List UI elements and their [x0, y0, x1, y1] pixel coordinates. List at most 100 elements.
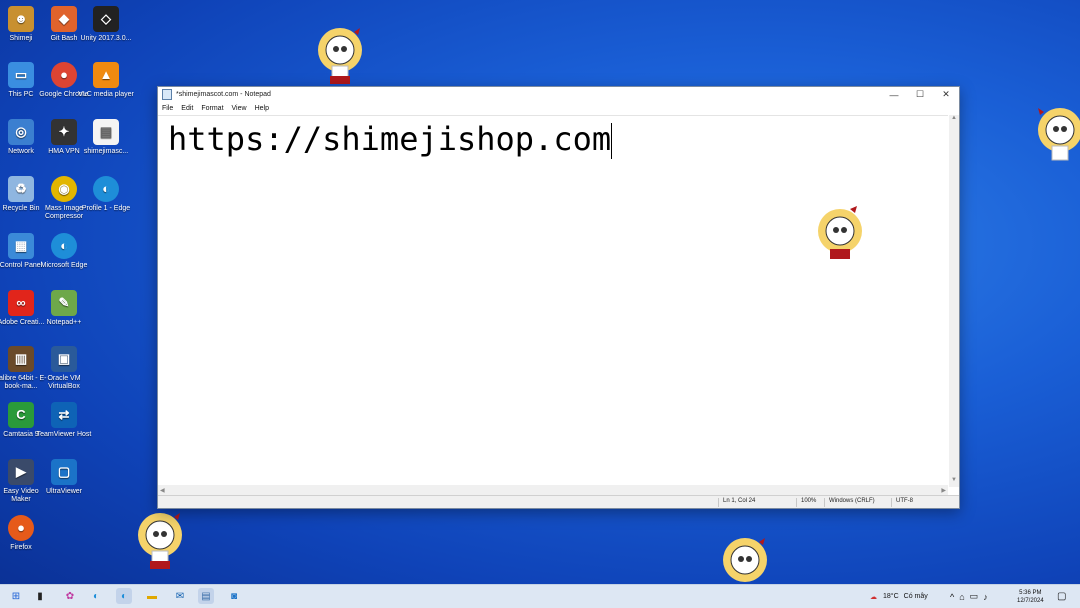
clock-date: 12/7/2024: [1017, 597, 1044, 604]
window-title: *shimejimascot.com - Notepad: [176, 91, 271, 98]
taskbar: ⊞ ▮ ✿ ◐ ◐ ▬ ✉ ▤ ◙ ☁ 18°C Có mây ^ ⌂ ▭ ♪ …: [0, 584, 1080, 608]
maximize-button[interactable]: ☐: [907, 87, 933, 102]
vlc-icon: ▲: [93, 62, 119, 88]
desktop-icon-ultraviewer[interactable]: ▢ UltraViewer: [36, 459, 92, 496]
task-view-icon: ▮: [37, 590, 43, 602]
adobe-icon: ∞: [8, 290, 34, 316]
hma-vpn-icon: ✦: [51, 119, 77, 145]
clock[interactable]: 5:36 PM 12/7/2024: [1017, 585, 1044, 608]
close-icon: ✕: [942, 89, 950, 99]
compressor-icon: ◉: [51, 176, 77, 202]
horizontal-scrollbar[interactable]: ◀ ▶: [158, 485, 948, 495]
menu-bar: File Edit Format View Help: [158, 102, 959, 114]
weather-widget[interactable]: ☁ 18°C Có mây: [870, 585, 928, 608]
firefox-icon: ●: [8, 515, 34, 541]
notepad-icon: ▤: [201, 590, 211, 602]
status-bar: Ln 1, Col 24 100% Windows (CRLF) UTF-8: [158, 495, 959, 508]
shimeji-mascot[interactable]: [130, 505, 190, 575]
maximize-icon: ☐: [915, 89, 925, 99]
shimeji-mascot[interactable]: [1030, 100, 1080, 170]
status-zoom: 100%: [796, 498, 816, 507]
camtasia-icon: C: [8, 402, 34, 428]
shimeji-mascot[interactable]: [310, 20, 370, 90]
edge-icon: ◐: [120, 590, 128, 602]
notepad-plus-icon: ✎: [51, 290, 77, 316]
computer-icon: ▭: [8, 62, 34, 88]
menu-edit[interactable]: Edit: [181, 105, 193, 112]
edge-icon: ◐: [51, 233, 77, 259]
text-file-icon: ▤: [93, 119, 119, 145]
virtualbox-icon: ▣: [51, 346, 77, 372]
vertical-scrollbar[interactable]: ▲ ▼: [949, 115, 959, 487]
menu-view[interactable]: View: [232, 105, 247, 112]
scroll-right-icon[interactable]: ▶: [941, 487, 946, 494]
taskbar-edge[interactable]: ◐: [88, 588, 104, 604]
system-tray: ^ ⌂ ▭ ♪: [950, 585, 993, 608]
windows-icon: ⊞: [11, 590, 21, 602]
chrome-icon: ●: [51, 62, 77, 88]
menu-file[interactable]: File: [162, 105, 173, 112]
unity-icon: ◇: [93, 6, 119, 32]
title-bar[interactable]: *shimejimascot.com - Notepad — ☐ ✕: [158, 87, 959, 102]
battery-icon[interactable]: ▭: [970, 591, 979, 602]
desktop-icon-notepad-plus[interactable]: ✎ Notepad++: [36, 290, 92, 327]
text-editor[interactable]: https://shimejishop.com: [158, 115, 948, 486]
weather-temperature: 18°C: [883, 593, 899, 600]
weather-description: Có mây: [903, 593, 928, 600]
status-encoding: UTF-8: [891, 498, 913, 507]
menu-help[interactable]: Help: [255, 105, 269, 112]
desktop-icon-teamviewer[interactable]: ⇄ TeamViewer Host: [36, 402, 92, 439]
desktop-icon-unity[interactable]: ◇ Unity 2017.3.0...: [78, 6, 134, 43]
notification-button[interactable]: ▢: [1057, 585, 1066, 608]
editor-content: https://shimejishop.com: [168, 120, 612, 158]
close-button[interactable]: ✕: [933, 87, 959, 102]
teamviewer-icon: ⇄: [51, 402, 77, 428]
minimize-icon: —: [889, 89, 899, 100]
scroll-left-icon[interactable]: ◀: [160, 487, 165, 494]
edge-icon: ◐: [93, 176, 119, 202]
network-icon[interactable]: ⌂: [959, 592, 964, 602]
menu-format[interactable]: Format: [201, 105, 223, 112]
weather-icon: ☁: [870, 593, 877, 601]
start-button[interactable]: ⊞: [8, 588, 24, 604]
copilot-icon: ✿: [65, 590, 75, 602]
mail-icon: ✉: [175, 590, 185, 602]
desktop-icon-text-file[interactable]: ▤ shimejimasc...: [78, 119, 134, 156]
shimeji-mascot[interactable]: [806, 201, 874, 271]
taskbar-edge-profile[interactable]: ◐: [116, 588, 132, 604]
desktop-icon-virtualbox[interactable]: ▣ Oracle VM VirtualBox: [36, 346, 92, 391]
desktop-icon-firefox[interactable]: ● Firefox: [0, 515, 49, 552]
desktop-icon-edge[interactable]: ◐ Microsoft Edge: [36, 233, 92, 270]
ultraviewer-icon: ▢: [51, 459, 77, 485]
folder-icon: ▬: [147, 590, 157, 602]
git-bash-icon: ◆: [51, 6, 77, 32]
chevron-up-icon[interactable]: ^: [950, 592, 954, 602]
minimize-button[interactable]: —: [881, 87, 907, 102]
task-view-button[interactable]: ▮: [32, 588, 48, 604]
notepad-app-icon: [162, 89, 172, 100]
taskbar-ultraviewer[interactable]: ◙: [226, 588, 242, 604]
scroll-up-icon[interactable]: ▲: [949, 115, 959, 125]
ultraviewer-icon: ◙: [230, 590, 238, 602]
text-caret: [611, 123, 613, 159]
control-panel-icon: ▦: [8, 233, 34, 259]
calibre-icon: ▥: [8, 346, 34, 372]
notification-icon: ▢: [1057, 591, 1067, 602]
edge-icon: ◐: [92, 590, 100, 602]
taskbar-copilot[interactable]: ✿: [62, 588, 78, 604]
volume-icon[interactable]: ♪: [983, 592, 988, 602]
network-icon: ◎: [8, 119, 34, 145]
desktop-icon-edge-profile[interactable]: ◐ Profile 1 - Edge: [78, 176, 134, 213]
status-position: Ln 1, Col 24: [718, 498, 755, 507]
recycle-bin-icon: ♻: [8, 176, 34, 202]
scroll-down-icon[interactable]: ▼: [949, 477, 959, 487]
shimeji-icon: ☻: [8, 6, 34, 32]
status-line-ending: Windows (CRLF): [824, 498, 875, 507]
taskbar-file-explorer[interactable]: ▬: [144, 588, 160, 604]
clock-time: 5:36 PM: [1019, 589, 1042, 596]
desktop-icon-vlc[interactable]: ▲ VLC media player: [78, 62, 134, 99]
notepad-window[interactable]: *shimejimascot.com - Notepad — ☐ ✕ File …: [157, 86, 960, 509]
taskbar-mail[interactable]: ✉: [172, 588, 188, 604]
video-maker-icon: ▶: [8, 459, 34, 485]
taskbar-notepad[interactable]: ▤: [198, 588, 214, 604]
